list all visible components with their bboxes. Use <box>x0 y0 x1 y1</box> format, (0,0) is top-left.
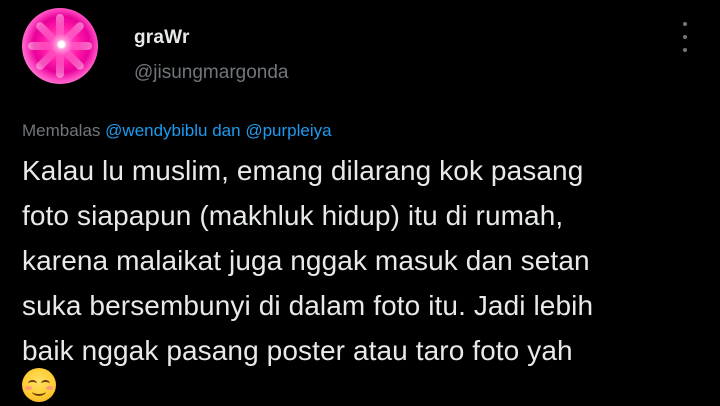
reply-conjunction[interactable]: dan <box>212 121 240 140</box>
avatar[interactable] <box>22 8 98 84</box>
reply-prefix: Membalas <box>22 121 101 140</box>
tweet-text-line: foto siapapun (makhluk hidup) itu di rum… <box>22 200 564 231</box>
reply-context: Membalas @wendybiblu dan @purpleiya <box>22 121 332 141</box>
tweet-text-line: suka bersembunyi di dalam foto itu. Jadi… <box>22 290 594 321</box>
smiling-face-emoji-icon <box>22 368 56 402</box>
more-options-icon[interactable] <box>678 22 692 52</box>
user-handle[interactable]: @jisungmargonda <box>134 62 289 84</box>
display-name[interactable]: graWr <box>134 27 190 49</box>
tweet-text: Kalau lu muslim, emang dilarang kok pasa… <box>22 148 712 373</box>
mention-link-purpleiya[interactable]: @purpleiya <box>245 121 331 140</box>
tweet: graWr @jisungmargonda Membalas @wendybib… <box>0 0 720 406</box>
tweet-text-line: karena malaikat juga nggak masuk dan set… <box>22 245 590 276</box>
tweet-text-line: baik nggak pasang poster atau taro foto … <box>22 335 573 366</box>
tweet-text-line: Kalau lu muslim, emang dilarang kok pasa… <box>22 155 584 186</box>
mention-link-wendybiblu[interactable]: @wendybiblu <box>105 121 207 140</box>
